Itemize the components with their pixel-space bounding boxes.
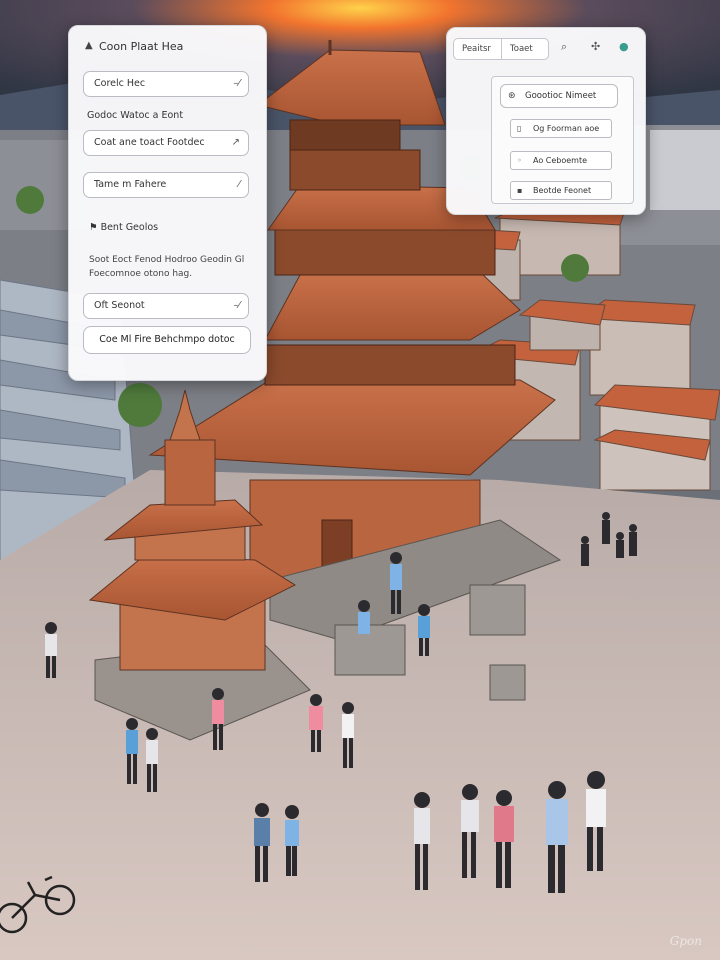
list-item[interactable]: ▯ Og Foorman aoe	[510, 119, 612, 138]
time-field[interactable]: Tame m Fahere ⁄	[83, 172, 249, 198]
section-label: Godoc Watoc a Eont	[87, 110, 184, 121]
square-icon: ▪	[517, 186, 523, 195]
left-settings-panel: ▲ Coon Plaat Hea Corelc Hec –⁄ Godoc Wat…	[68, 25, 267, 381]
search-field[interactable]: Oft Seonot –⁄	[83, 293, 249, 319]
right-toolbar-panel: Peaitsr Toaet ⌕ ✣ ● ⊛ Goootioc Nimeet ▯ …	[446, 27, 646, 215]
list-item[interactable]: ▪ Beotde Feonet	[510, 181, 612, 200]
description-field-value: Coat ane toact Footdec	[94, 137, 205, 148]
body-text: Soot Eoct Fenod Hodroo Geodin Gl Foecomn…	[89, 255, 245, 279]
description-field[interactable]: Coat ane toact Footdec ↗	[83, 130, 249, 156]
sparkle-icon[interactable]: ✣	[591, 40, 600, 53]
dash-icon: –⁄	[233, 300, 240, 311]
tab-first-label: Peaitsr	[462, 44, 491, 54]
slash-icon: ⁄	[238, 179, 240, 190]
list-item-label: Beotde Feonet	[533, 186, 592, 195]
status-dot-icon[interactable]: ●	[619, 40, 629, 53]
options-list: ⊛ Goootioc Nimeet ▯ Og Foorman aoe ◦ Ao …	[491, 76, 634, 204]
watermark: Gpon	[669, 934, 702, 948]
time-field-value: Tame m Fahere	[94, 179, 167, 190]
search-icon[interactable]: ⌕	[561, 40, 567, 54]
list-item-label: Ao Ceboemte	[533, 156, 588, 165]
document-icon: ▯	[517, 124, 522, 133]
panel-title: Coon Plaat Hea	[99, 40, 184, 53]
list-item-label: Og Foorman aoe	[533, 124, 600, 133]
name-field-value: Corelc Hec	[94, 78, 146, 89]
list-item[interactable]: ◦ Ao Ceboemte	[510, 151, 612, 170]
tab-bar: Peaitsr Toaet ⌕ ✣ ●	[453, 36, 637, 62]
bullet-icon: ◦	[517, 156, 522, 165]
arrow-icon: ↗	[231, 137, 240, 148]
name-field[interactable]: Corelc Hec –⁄	[83, 71, 249, 97]
section-heading-text: Bent Geolos	[100, 222, 159, 233]
globe-icon: ⊛	[508, 91, 516, 101]
dash-icon: –⁄	[233, 78, 240, 89]
list-header[interactable]: ⊛ Goootioc Nimeet	[500, 84, 618, 108]
section-heading: ⚑ Bent Geolos	[89, 222, 158, 233]
submit-button[interactable]: Coe Ml Fire Behchmpo dotoc	[83, 326, 251, 354]
tab-second[interactable]: Toaet	[501, 38, 549, 60]
flag-icon: ⚑	[89, 222, 98, 233]
search-field-value: Oft Seonot	[94, 300, 145, 311]
pin-icon: ▲	[85, 40, 93, 51]
list-header-label: Goootioc Nimeet	[525, 91, 597, 101]
tab-second-label: Toaet	[510, 44, 533, 54]
